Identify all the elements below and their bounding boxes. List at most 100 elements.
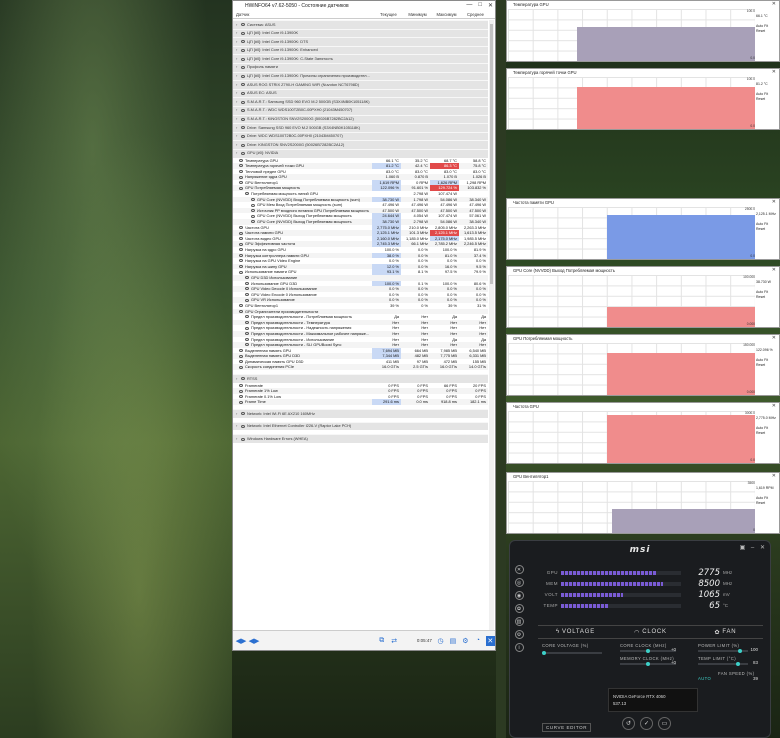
col-sensor[interactable]: Датчик	[236, 12, 374, 17]
expand-icon[interactable]: ›	[236, 107, 239, 115]
fan-icon[interactable]: ✿	[514, 604, 524, 613]
sensor-group-header[interactable]: › Windows Hardware Errors (WHEA)	[233, 434, 488, 443]
reset-button[interactable]: Reset	[755, 431, 778, 436]
close-icon[interactable]: ✕	[772, 1, 776, 8]
slider-thumb[interactable]	[736, 661, 740, 666]
reset-icon[interactable]: ◔	[473, 636, 482, 646]
expand-icon[interactable]: ›	[236, 64, 239, 72]
expand-icon[interactable]: ›	[236, 73, 239, 81]
scrollbar-thumb[interactable]	[490, 24, 493, 284]
power-limit-value[interactable]: 100	[744, 647, 758, 652]
scrollbar[interactable]	[489, 20, 494, 630]
close-icon[interactable]: ✕	[772, 199, 776, 206]
slider-thumb[interactable]	[646, 648, 650, 653]
expand-icon[interactable]: ›	[236, 30, 239, 38]
tab-voltage[interactable]: ϟ VOLTAGE	[538, 626, 613, 638]
curve-editor-button[interactable]: CURVE EDITOR	[542, 723, 592, 732]
close-icon[interactable]: ✕	[488, 2, 493, 9]
slider-thumb[interactable]	[542, 650, 546, 655]
expand-icon[interactable]: ›	[236, 81, 239, 89]
reset-button[interactable]: Reset	[755, 29, 778, 34]
save-button[interactable]: ▭	[658, 717, 671, 730]
reset-button[interactable]: ↺	[622, 717, 635, 730]
reset-button[interactable]: Reset	[755, 97, 778, 102]
expand-icon[interactable]: ›	[236, 47, 239, 55]
sensor-group-header[interactable]: › ЦП [#0]: Intel Core i9-13900K: Enhanced	[233, 45, 488, 55]
sensor-group-header[interactable]: › S.M.A.R.T.: WDC WDS100T2B0C-00PXH0 (210…	[233, 105, 488, 115]
reset-button[interactable]: Reset	[755, 227, 778, 232]
info-icon[interactable]: i	[514, 643, 524, 652]
settings-icon[interactable]: ⚙	[514, 630, 524, 639]
close-icon[interactable]: ✕	[772, 403, 776, 410]
scan-icon[interactable]: ◎	[514, 578, 524, 587]
tab-fan[interactable]: ✿ FAN	[688, 626, 763, 638]
col-current[interactable]: Текущее	[374, 12, 403, 17]
minimize-icon[interactable]: –	[749, 545, 756, 552]
close-icon[interactable]: ✕	[772, 69, 776, 76]
sensor-group-header[interactable]: › ЦП [#0]: Intel Core i9-13900K: Причины …	[233, 71, 488, 81]
expand-icon[interactable]: ›	[236, 150, 239, 158]
maximize-icon[interactable]: □	[478, 2, 482, 9]
expand-icon[interactable]: ›	[236, 141, 239, 149]
log-icon[interactable]: ▤	[448, 636, 457, 646]
reset-button[interactable]: Reset	[755, 295, 778, 300]
sensor-group-header[interactable]: › ЦП [#0]: Intel Core i9-13900K: C-State …	[233, 54, 488, 63]
sensor-group-header[interactable]: › Система: ASUS	[233, 20, 488, 29]
expand-icon[interactable]: ›	[236, 98, 239, 106]
sensor-group-header[interactable]: › RTSS	[233, 374, 488, 383]
oc-icon[interactable]: ◉	[514, 591, 524, 600]
core-clock-value[interactable]: +0	[662, 647, 676, 652]
sensor-group-header[interactable]: › Network: Intel Wi-Fi 6E AX210 160MHz	[233, 409, 488, 418]
sensor-group-header[interactable]: › ЦП [#0]: Intel Core i9-13900K: DTS	[233, 37, 488, 46]
monitor-icon[interactable]: ▥	[514, 617, 524, 626]
expand-icon[interactable]: ›	[236, 410, 239, 418]
expand-icon[interactable]: ›	[236, 90, 239, 98]
sensor-group-header[interactable]: › Профиль памяти	[233, 62, 488, 72]
expand-icon[interactable]: ›	[236, 133, 239, 141]
core-voltage-slider[interactable]	[542, 650, 602, 655]
temp-limit-value[interactable]: 83	[744, 660, 758, 665]
kboost-icon[interactable]: ✕	[514, 565, 524, 574]
sensor-row[interactable]: Frame Time 291.6 ms 0.0 ms 918.8 ms 182.1 ms	[233, 399, 488, 406]
sensor-group-header[interactable]: › S.M.A.R.T.: KINGSTON SNV2S2000G (50026B…	[233, 114, 488, 124]
nav-back-icon[interactable]: ◀▶	[236, 636, 247, 646]
sensor-group-header[interactable]: › GPU [#0]: NVIDIA	[233, 148, 488, 158]
col-avg[interactable]: Среднее	[461, 12, 490, 17]
reset-button[interactable]: Reset	[755, 501, 778, 506]
settings-icon[interactable]: ⚙	[461, 636, 470, 646]
close-icon[interactable]: ✕	[772, 267, 776, 274]
slider-thumb[interactable]	[646, 661, 650, 666]
sensor-group-header[interactable]: › Drive: WDC WDS100T2B0C-00PXH0 (21043M45…	[233, 131, 488, 141]
expand-icon[interactable]: ›	[236, 55, 239, 63]
close-icon[interactable]: ✕	[772, 473, 776, 480]
expand-icon[interactable]: ›	[236, 38, 239, 46]
sensor-group-header[interactable]: › S.M.A.R.T.: Samsung SSD 960 EVO M.2 500…	[233, 97, 488, 106]
expand-icon[interactable]: ›	[236, 435, 239, 443]
sensor-row[interactable]: Скорость соединения PCIe 16.0 GT/s 2.5 GT/…	[233, 364, 488, 371]
memory-clock-value[interactable]: +0	[662, 660, 676, 665]
sensor-group-header[interactable]: › Drive: KINGSTON SNV2S2000G (50026B7282B…	[233, 140, 488, 149]
power-limit-slider[interactable]	[698, 648, 748, 653]
minimize-icon[interactable]: —	[466, 2, 472, 9]
report-icon[interactable]: ⇄	[389, 636, 398, 646]
fan-auto-toggle[interactable]: AUTO	[698, 676, 711, 681]
network-icon[interactable]: ⧉	[377, 636, 386, 646]
close-sensors-icon[interactable]: ✕	[485, 635, 495, 646]
tab-clock[interactable]: ◠ CLOCK	[613, 626, 688, 638]
reset-button[interactable]: Reset	[755, 363, 778, 368]
close-icon[interactable]: ✕	[772, 335, 776, 342]
slider-thumb[interactable]	[738, 648, 742, 653]
expand-icon[interactable]: ›	[236, 423, 239, 431]
sensor-group-header[interactable]: › ЦП [#0]: Intel Core i9-13900K	[233, 28, 488, 38]
expand-icon[interactable]: ›	[236, 124, 239, 132]
nav-forward-icon[interactable]: ◀▶	[249, 636, 260, 646]
info-icon[interactable]: ▣	[739, 545, 746, 552]
sensor-group-header[interactable]: › Network: Intel Ethernet Controller I226…	[233, 421, 488, 431]
expand-icon[interactable]: ›	[236, 21, 239, 29]
apply-button[interactable]: ✓	[640, 717, 653, 730]
close-icon[interactable]: ✕	[759, 545, 766, 552]
expand-icon[interactable]: ›	[236, 116, 239, 124]
temp-limit-slider[interactable]	[698, 661, 748, 666]
sensor-group-header[interactable]: › ASUS EC: ASUS	[233, 88, 488, 98]
sensor-group-header[interactable]: › Drive: Samsung SSD 960 EVO M.2 500GB (S…	[233, 123, 488, 132]
